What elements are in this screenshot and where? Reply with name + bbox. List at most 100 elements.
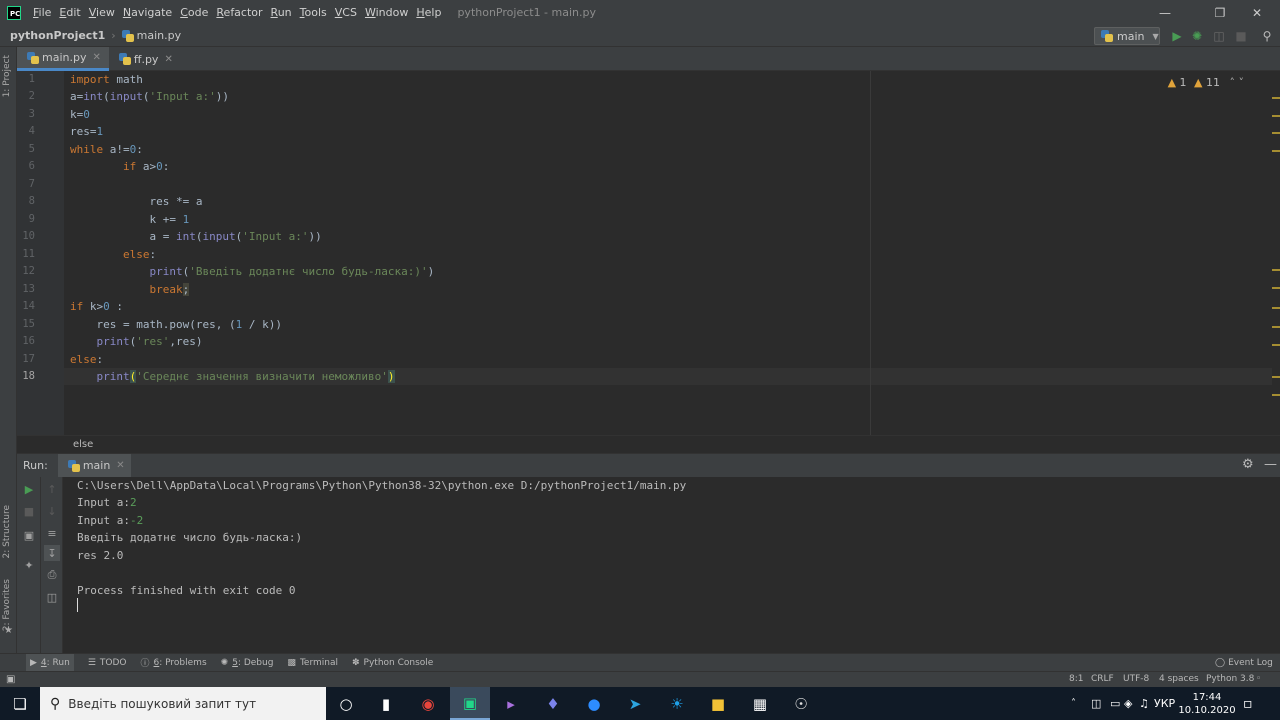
- trash-icon[interactable]: ◫: [44, 589, 60, 605]
- tool-debug-button[interactable]: ✺ 5: Debug: [221, 658, 274, 668]
- chrome-icon[interactable]: ◉: [408, 687, 448, 720]
- telegram-icon[interactable]: ➤: [615, 687, 655, 720]
- run-tab-main[interactable]: main ✕: [57, 453, 131, 478]
- cortana-icon[interactable]: ○: [326, 687, 366, 720]
- line-number: 5: [28, 143, 35, 155]
- volume-icon[interactable]: ♫: [1139, 687, 1149, 720]
- code-editor[interactable]: 1 2 3 4 5 6 7 8 9 10 11 12 13 14 15 16 1…: [17, 71, 1274, 435]
- project-panel-toggle[interactable]: 1: Project: [2, 55, 12, 97]
- media-app-icon[interactable]: ☉: [781, 687, 821, 720]
- battery-icon[interactable]: ▭: [1110, 687, 1120, 720]
- tool-terminal-button[interactable]: ▩ Terminal: [287, 658, 338, 668]
- arrow-down-icon[interactable]: ↓: [44, 503, 60, 519]
- stripe-mark[interactable]: [1272, 307, 1280, 309]
- search-icon[interactable]: ⚲: [1259, 28, 1275, 44]
- tab-main-py[interactable]: main.py ✕: [17, 47, 109, 71]
- soft-wrap-icon[interactable]: ≡: [44, 525, 60, 541]
- stripe-mark[interactable]: [1272, 326, 1280, 328]
- menu-run[interactable]: Run: [267, 0, 296, 25]
- debug-icon[interactable]: ✺: [1189, 28, 1205, 44]
- menu-refactor[interactable]: Refactor: [212, 0, 266, 25]
- stripe-mark[interactable]: [1272, 269, 1280, 271]
- menu-navigate[interactable]: Navigate: [119, 0, 176, 25]
- menu-tools[interactable]: Tools: [296, 0, 331, 25]
- caret-position[interactable]: 8:1: [1069, 674, 1083, 684]
- close-icon[interactable]: ✕: [1234, 0, 1280, 25]
- print-icon[interactable]: ⎙: [44, 567, 60, 583]
- store-icon[interactable]: ▦: [740, 687, 780, 720]
- language-indicator[interactable]: УКР: [1154, 687, 1175, 720]
- zoom-icon[interactable]: ●: [574, 687, 614, 720]
- stripe-mark[interactable]: [1272, 344, 1280, 346]
- wifi-icon[interactable]: ◈: [1124, 687, 1132, 720]
- stripe-mark[interactable]: [1272, 97, 1280, 99]
- tab-ff-py[interactable]: ff.py ✕: [109, 47, 181, 71]
- status-bar: ▣ 8:1 CRLF UTF-8 4 spaces Python 3.8 ◦: [0, 671, 1280, 687]
- weak-warning-icon: ▲: [1194, 76, 1203, 89]
- stop-icon[interactable]: ■: [21, 503, 37, 519]
- close-tab-icon[interactable]: ✕: [92, 52, 100, 63]
- code-breadcrumb[interactable]: else: [17, 435, 1280, 453]
- run-icon[interactable]: ▶: [1169, 28, 1185, 44]
- layout-icon[interactable]: ▣: [21, 527, 37, 543]
- stripe-mark[interactable]: [1272, 394, 1280, 396]
- lock-icon[interactable]: ◦: [1256, 674, 1261, 684]
- menu-code[interactable]: Code: [176, 0, 212, 25]
- run-with-coverage-icon[interactable]: ◫: [1211, 28, 1227, 44]
- chevron-down-icon[interactable]: ˅: [1239, 76, 1245, 89]
- tool-todo-button[interactable]: ☰ TODO: [88, 658, 127, 668]
- close-tab-icon[interactable]: ✕: [116, 460, 124, 471]
- arrow-up-icon[interactable]: ↑: [44, 481, 60, 497]
- tray-chevron-up-icon[interactable]: ˄: [1071, 687, 1076, 720]
- teams-icon[interactable]: ♦: [533, 687, 573, 720]
- minimize-icon[interactable]: —: [1142, 0, 1188, 25]
- menu-edit[interactable]: Edit: [55, 0, 84, 25]
- breadcrumb-file[interactable]: main.py: [118, 29, 181, 42]
- stripe-mark[interactable]: [1272, 115, 1280, 117]
- python-interpreter[interactable]: Python 3.8: [1206, 674, 1254, 684]
- menu-view[interactable]: View: [85, 0, 119, 25]
- line-separator[interactable]: CRLF: [1091, 674, 1114, 684]
- menu-file[interactable]: File: [29, 0, 55, 25]
- tool-problems-button[interactable]: ⓘ 6: Problems: [141, 656, 207, 670]
- panel-toggle-icon[interactable]: ▣: [6, 674, 15, 685]
- taskbar-search[interactable]: ⚲ Введіть пошуковий запит тут: [40, 687, 326, 720]
- error-stripe[interactable]: [1272, 71, 1280, 435]
- menu-help[interactable]: Help: [412, 0, 445, 25]
- chevron-up-icon[interactable]: ˄: [1230, 76, 1236, 89]
- run-configuration-select[interactable]: main ▼: [1094, 27, 1160, 45]
- menu-window[interactable]: Window: [361, 0, 412, 25]
- breadcrumb-project[interactable]: pythonProject1: [10, 29, 105, 42]
- notifications-icon[interactable]: ▫: [1243, 687, 1253, 720]
- file-explorer-icon[interactable]: ■: [698, 687, 738, 720]
- stop-icon[interactable]: ■: [1233, 28, 1249, 44]
- scroll-to-end-icon[interactable]: ↧: [44, 545, 60, 561]
- windows-start-icon[interactable]: ❏: [0, 687, 40, 720]
- event-log-button[interactable]: ◯ Event Log: [1215, 658, 1273, 668]
- pin-icon[interactable]: ✦: [21, 557, 37, 573]
- stripe-mark[interactable]: [1272, 150, 1280, 152]
- menu-vcs[interactable]: VCS: [331, 0, 361, 25]
- rerun-icon[interactable]: ▶: [21, 481, 37, 497]
- edge-icon[interactable]: ☀: [657, 687, 697, 720]
- indent-setting[interactable]: 4 spaces: [1159, 674, 1199, 684]
- network-icon[interactable]: ◫: [1091, 687, 1101, 720]
- gear-icon[interactable]: ⚙: [1242, 457, 1254, 472]
- stripe-mark[interactable]: [1272, 287, 1280, 289]
- favorites-panel-toggle[interactable]: 2: Favorites: [2, 579, 12, 631]
- pycharm-taskbar-icon[interactable]: ▣: [450, 687, 490, 720]
- file-encoding[interactable]: UTF-8: [1123, 674, 1149, 684]
- clock[interactable]: 17:44 10.10.2020: [1178, 687, 1235, 720]
- hide-panel-icon[interactable]: —: [1264, 457, 1277, 472]
- line-number: 6: [28, 160, 35, 172]
- run-console[interactable]: ▶ ■ ▣ ✦ ↑ ↓ ≡ ↧ ⎙ ◫ C:\Users\Dell\AppDat…: [17, 477, 1280, 653]
- visual-studio-icon[interactable]: ▸: [491, 687, 531, 720]
- close-tab-icon[interactable]: ✕: [164, 54, 172, 65]
- inspection-widget[interactable]: ▲ 1 ▲ 11 ˄ ˅: [1168, 76, 1244, 89]
- structure-panel-toggle[interactable]: 2: Structure: [2, 505, 12, 559]
- tool-python-console-button[interactable]: ✽ Python Console: [352, 658, 433, 668]
- tool-run-button[interactable]: ▶ 4: Run: [26, 654, 74, 671]
- task-view-icon[interactable]: ▮: [366, 687, 406, 720]
- stripe-mark[interactable]: [1272, 376, 1280, 378]
- stripe-mark[interactable]: [1272, 132, 1280, 134]
